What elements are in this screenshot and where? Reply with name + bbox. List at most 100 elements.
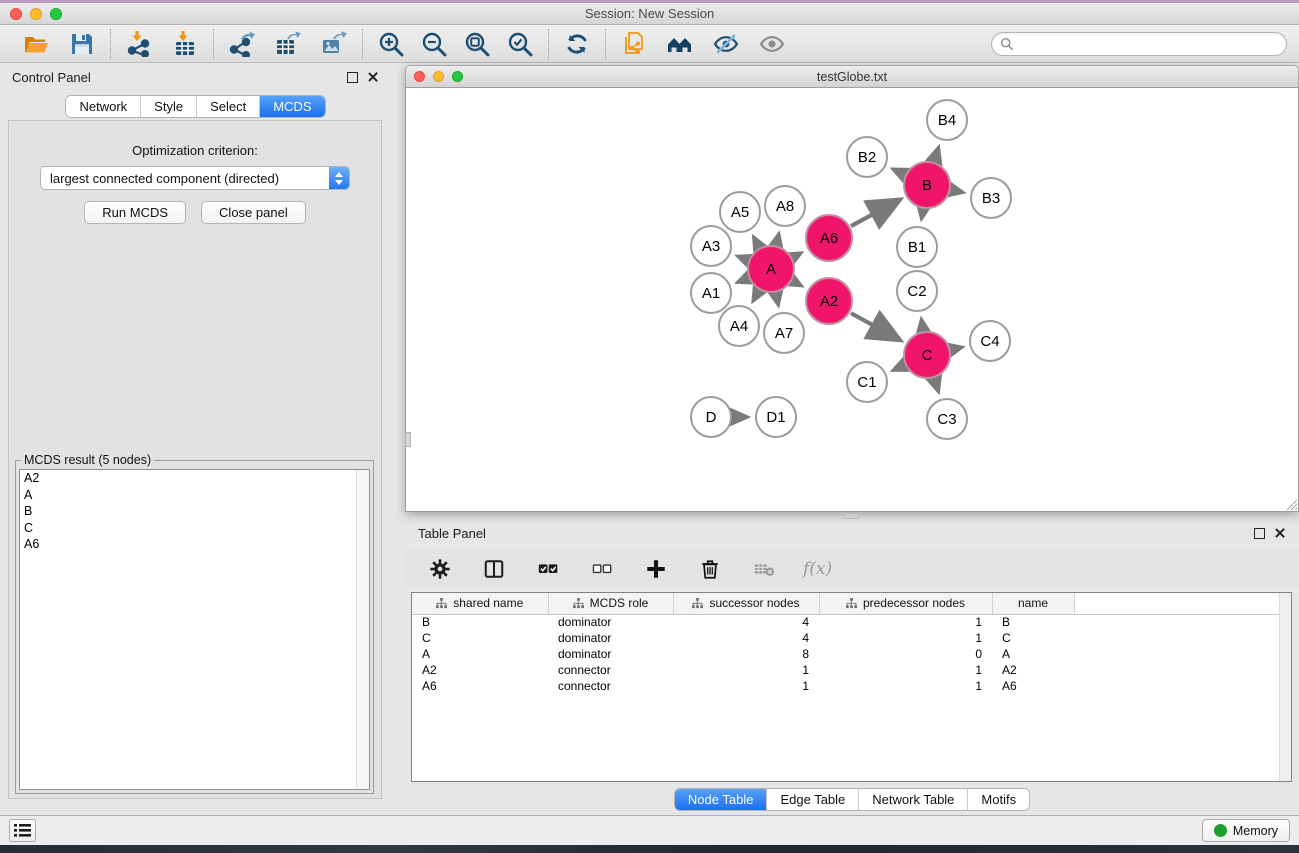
scrollbar-track[interactable]: [356, 470, 369, 789]
tab-style[interactable]: Style: [141, 96, 197, 117]
graph-edge-A-A5[interactable]: [754, 237, 759, 247]
column-header-successor-nodes[interactable]: successor nodes: [673, 593, 819, 614]
zoom-fit-button[interactable]: [462, 29, 492, 59]
table-cell[interactable]: 1: [673, 678, 819, 694]
mcds-result-item[interactable]: C: [20, 520, 369, 537]
horizontal-scrollbar-thumb[interactable]: [844, 513, 859, 519]
tab-mcds[interactable]: MCDS: [260, 96, 324, 117]
graph-node-B[interactable]: B: [904, 162, 950, 208]
tab-network-table[interactable]: Network Table: [859, 789, 968, 810]
tab-motifs[interactable]: Motifs: [968, 789, 1029, 810]
graph-edge-C-C3[interactable]: [934, 379, 938, 391]
show-all-button[interactable]: [757, 29, 787, 59]
graph-node-B3[interactable]: B3: [971, 178, 1011, 218]
graph-node-B2[interactable]: B2: [847, 137, 887, 177]
graph-edge-C-C2[interactable]: [921, 320, 923, 331]
graph-node-C4[interactable]: C4: [970, 321, 1010, 361]
optimization-criterion-select[interactable]: largest connected component (directed): [40, 166, 350, 190]
table-cell[interactable]: A6: [992, 678, 1074, 694]
table-cell[interactable]: 1: [819, 630, 992, 646]
close-table-panel-icon[interactable]: [1274, 527, 1286, 539]
graph-node-A8[interactable]: A8: [765, 186, 805, 226]
add-column-button[interactable]: [641, 554, 671, 584]
table-cell[interactable]: 1: [819, 678, 992, 694]
graph-edge-A-A3[interactable]: [738, 256, 748, 260]
tab-network[interactable]: Network: [66, 96, 141, 117]
graph-node-A5[interactable]: A5: [720, 192, 760, 232]
import-table-button[interactable]: [170, 29, 200, 59]
graph-node-A2[interactable]: A2: [806, 278, 852, 324]
delete-table-button[interactable]: [749, 554, 779, 584]
graph-node-C[interactable]: C: [904, 332, 950, 378]
import-network-button[interactable]: [124, 29, 154, 59]
graph-node-C3[interactable]: C3: [927, 399, 967, 439]
table-cell[interactable]: B: [992, 614, 1074, 630]
graph-node-A3[interactable]: A3: [691, 226, 731, 266]
table-row[interactable]: A2connector11A2: [412, 662, 1284, 678]
float-table-panel-icon[interactable]: [1254, 528, 1265, 539]
graph-edge-A-A8[interactable]: [776, 234, 778, 244]
graph-edge-A-A2[interactable]: [793, 281, 801, 285]
graph-edge-B-B1[interactable]: [922, 210, 923, 219]
table-cell[interactable]: C: [992, 630, 1074, 646]
export-table-button[interactable]: [273, 29, 303, 59]
export-network-button[interactable]: [227, 29, 257, 59]
graph-edge-B-B4[interactable]: [934, 148, 938, 161]
hide-selected-button[interactable]: [711, 29, 741, 59]
graph-edge-A2-C[interactable]: [851, 313, 899, 339]
table-cell[interactable]: C: [412, 630, 548, 646]
graph-node-A1[interactable]: A1: [691, 273, 731, 313]
table-row[interactable]: Adominator80A: [412, 646, 1284, 662]
split-columns-button[interactable]: [479, 554, 509, 584]
delete-column-button[interactable]: [695, 554, 725, 584]
apply-layout-button[interactable]: [562, 29, 592, 59]
table-cell[interactable]: A: [992, 646, 1074, 662]
column-header-MCDS-role[interactable]: MCDS role: [548, 593, 673, 614]
node-table[interactable]: shared nameMCDS rolesuccessor nodesprede…: [411, 592, 1292, 782]
table-cell[interactable]: B: [412, 614, 548, 630]
column-header-predecessor-nodes[interactable]: predecessor nodes: [819, 593, 992, 614]
scrollbar-track[interactable]: [1279, 593, 1291, 781]
table-row[interactable]: A6connector11A6: [412, 678, 1284, 694]
tab-select[interactable]: Select: [197, 96, 260, 117]
graph-edge-A-A6[interactable]: [793, 253, 801, 257]
tab-node-table[interactable]: Node Table: [675, 789, 768, 810]
graph-edge-A-A1[interactable]: [738, 278, 748, 282]
run-mcds-button[interactable]: Run MCDS: [84, 201, 186, 224]
mcds-result-item[interactable]: A6: [20, 536, 369, 553]
graph-node-A4[interactable]: A4: [719, 306, 759, 346]
export-image-button[interactable]: [319, 29, 349, 59]
graph-edge-B-B3[interactable]: [951, 190, 962, 192]
table-cell[interactable]: 4: [673, 630, 819, 646]
table-row[interactable]: Cdominator41C: [412, 630, 1284, 646]
table-cell[interactable]: dominator: [548, 630, 673, 646]
table-cell[interactable]: 8: [673, 646, 819, 662]
close-panel-icon[interactable]: [367, 71, 379, 83]
deselect-all-button[interactable]: [587, 554, 617, 584]
column-header-shared-name[interactable]: shared name: [412, 593, 548, 614]
graph-edge-A-A7[interactable]: [776, 293, 778, 304]
zoom-out-button[interactable]: [419, 29, 449, 59]
table-cell[interactable]: 1: [819, 614, 992, 630]
graph-node-A7[interactable]: A7: [764, 313, 804, 353]
graph-node-C2[interactable]: C2: [897, 271, 937, 311]
table-cell[interactable]: dominator: [548, 614, 673, 630]
table-cell[interactable]: A2: [992, 662, 1074, 678]
network-graph[interactable]: B4B2BB3A5A8A6B1A3AC2A1A2A4A7C4CC1C3DD1: [406, 88, 1298, 511]
table-cell[interactable]: A6: [412, 678, 548, 694]
first-neighbors-button[interactable]: [665, 29, 695, 59]
graph-node-A[interactable]: A: [748, 246, 794, 292]
graph-edge-C-C4[interactable]: [951, 347, 961, 349]
vertical-scrollbar-thumb[interactable]: [405, 432, 411, 447]
graph-node-D[interactable]: D: [691, 397, 731, 437]
network-canvas[interactable]: B4B2BB3A5A8A6B1A3AC2A1A2A4A7C4CC1C3DD1: [405, 88, 1299, 512]
graph-edge-B-B2[interactable]: [893, 169, 904, 174]
column-header-name[interactable]: name: [992, 593, 1074, 614]
task-history-button[interactable]: [9, 819, 36, 842]
graph-node-B1[interactable]: B1: [897, 227, 937, 267]
mcds-result-list[interactable]: A2ABCA6: [19, 469, 370, 790]
table-cell[interactable]: connector: [548, 662, 673, 678]
open-file-button[interactable]: [21, 29, 51, 59]
search-input[interactable]: [1019, 36, 1278, 51]
graph-edge-A6-B[interactable]: [851, 200, 899, 226]
